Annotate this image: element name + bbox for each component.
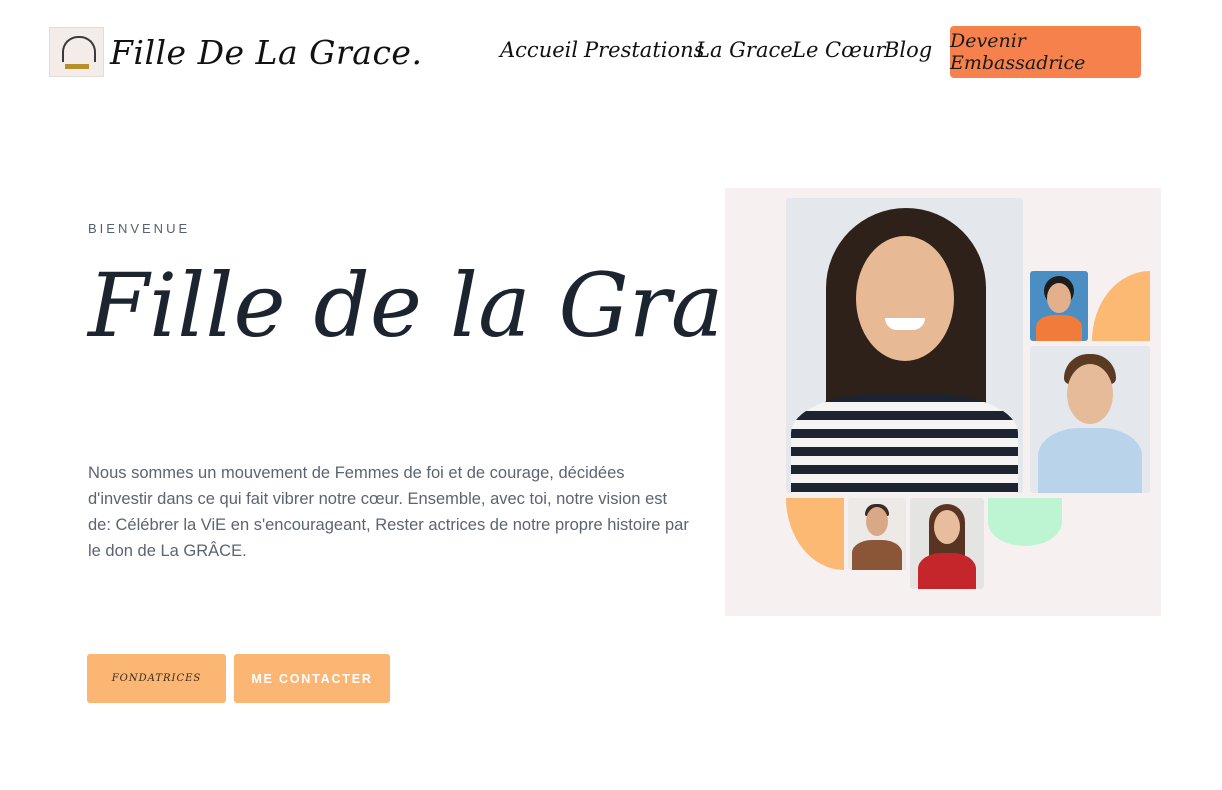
hero-collage: [725, 188, 1161, 616]
nav-item-accueil[interactable]: Accueil: [500, 38, 578, 62]
portrait-woman-orange: [1030, 271, 1088, 341]
hero-eyebrow: BIENVENUE: [88, 221, 191, 236]
nav-item-le-coeur[interactable]: Le Cœur: [792, 38, 885, 62]
portrait-man-blue: [1030, 346, 1150, 493]
nav-item-la-grace[interactable]: La Grace: [696, 38, 793, 62]
decor-mint-half-circle: [988, 498, 1062, 546]
hero-description: Nous sommes un mouvement de Femmes de fo…: [88, 464, 689, 560]
founders-button[interactable]: FONDATRICES: [87, 654, 226, 703]
portrait-woman-red: [910, 498, 984, 589]
hero-title: Fille de la Grace: [88, 254, 825, 357]
portrait-woman-main: [786, 198, 1023, 493]
portrait-man-brown: [848, 498, 906, 570]
decor-quarter-bottom: [786, 498, 844, 570]
site-logo[interactable]: Fille De La Grace.: [49, 27, 422, 77]
logo-text: Fille De La Grace.: [110, 32, 423, 72]
logo-image: [49, 27, 104, 77]
contact-button[interactable]: ME CONTACTER: [234, 654, 390, 703]
nav-item-prestations[interactable]: Prestations: [584, 38, 704, 62]
nav-item-blog[interactable]: Blog: [884, 38, 932, 62]
become-ambassador-button[interactable]: Devenir Embassadrice: [950, 26, 1141, 78]
decor-quarter-top: [1092, 271, 1150, 341]
